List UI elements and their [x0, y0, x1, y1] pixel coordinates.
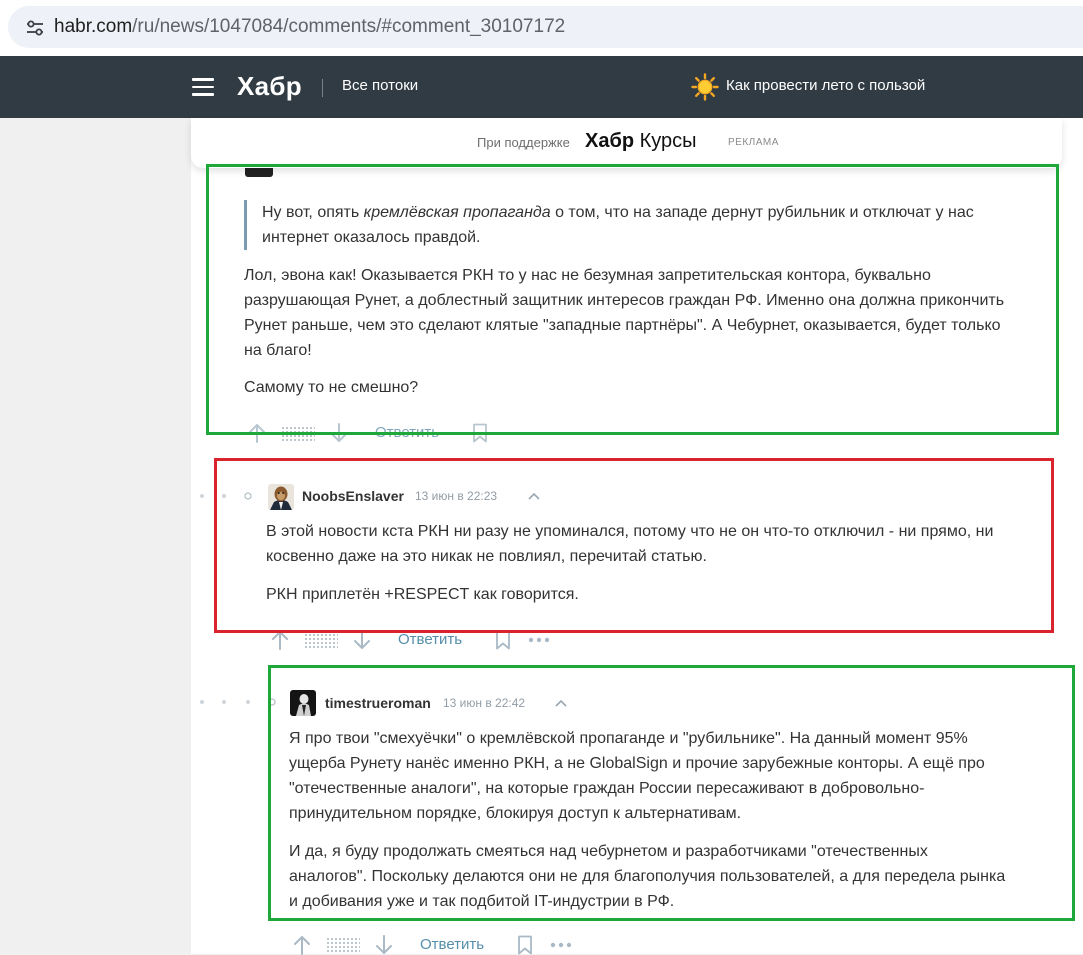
annotation-box-green	[268, 665, 1075, 921]
reply-link[interactable]: Ответить	[398, 631, 462, 648]
tune-icon[interactable]	[26, 20, 44, 36]
downvote-arrow-icon[interactable]	[375, 935, 393, 955]
sponsor-logo-regular: Курсы	[639, 130, 697, 152]
rating-placeholder	[326, 937, 360, 953]
header-divider	[322, 79, 323, 97]
bookmark-icon[interactable]	[495, 630, 511, 650]
downvote-arrow-icon[interactable]	[353, 630, 371, 650]
reply-link[interactable]: Ответить	[420, 936, 484, 953]
sponsor-banner[interactable]: При поддержке Хабр Курсы РЕКЛАМА	[191, 118, 1062, 168]
more-options-icon[interactable]	[550, 942, 572, 948]
more-options-icon[interactable]	[528, 637, 550, 643]
site-logo[interactable]: Хабр	[237, 71, 302, 102]
annotation-box-red	[214, 458, 1054, 633]
sun-icon	[691, 73, 719, 101]
browser-address-bar: habr.com/ru/news/1047084/comments/#comme…	[0, 0, 1083, 56]
bookmark-icon[interactable]	[517, 935, 533, 955]
all-streams-link[interactable]: Все потоки	[342, 77, 418, 94]
sponsor-label: При поддержке	[477, 135, 570, 150]
upvote-arrow-icon[interactable]	[271, 630, 289, 650]
sponsor-logo[interactable]: Хабр Курсы	[585, 130, 697, 153]
thread-depth-dots	[200, 698, 276, 706]
annotation-box-green	[206, 164, 1059, 435]
url-text[interactable]: habr.com/ru/news/1047084/comments/#comme…	[54, 16, 565, 38]
menu-icon[interactable]	[192, 78, 214, 96]
rating-placeholder	[304, 633, 338, 649]
url-field[interactable]: habr.com/ru/news/1047084/comments/#comme…	[8, 6, 1083, 48]
upvote-arrow-icon[interactable]	[293, 935, 311, 955]
sponsor-logo-bold: Хабр	[585, 130, 635, 152]
url-host: habr.com	[54, 16, 133, 37]
promo-link[interactable]: Как провести лето с пользой	[726, 77, 925, 94]
url-path: /ru/news/1047084/comments/#comment_30107…	[132, 16, 566, 37]
ad-label: РЕКЛАМА	[728, 137, 779, 148]
